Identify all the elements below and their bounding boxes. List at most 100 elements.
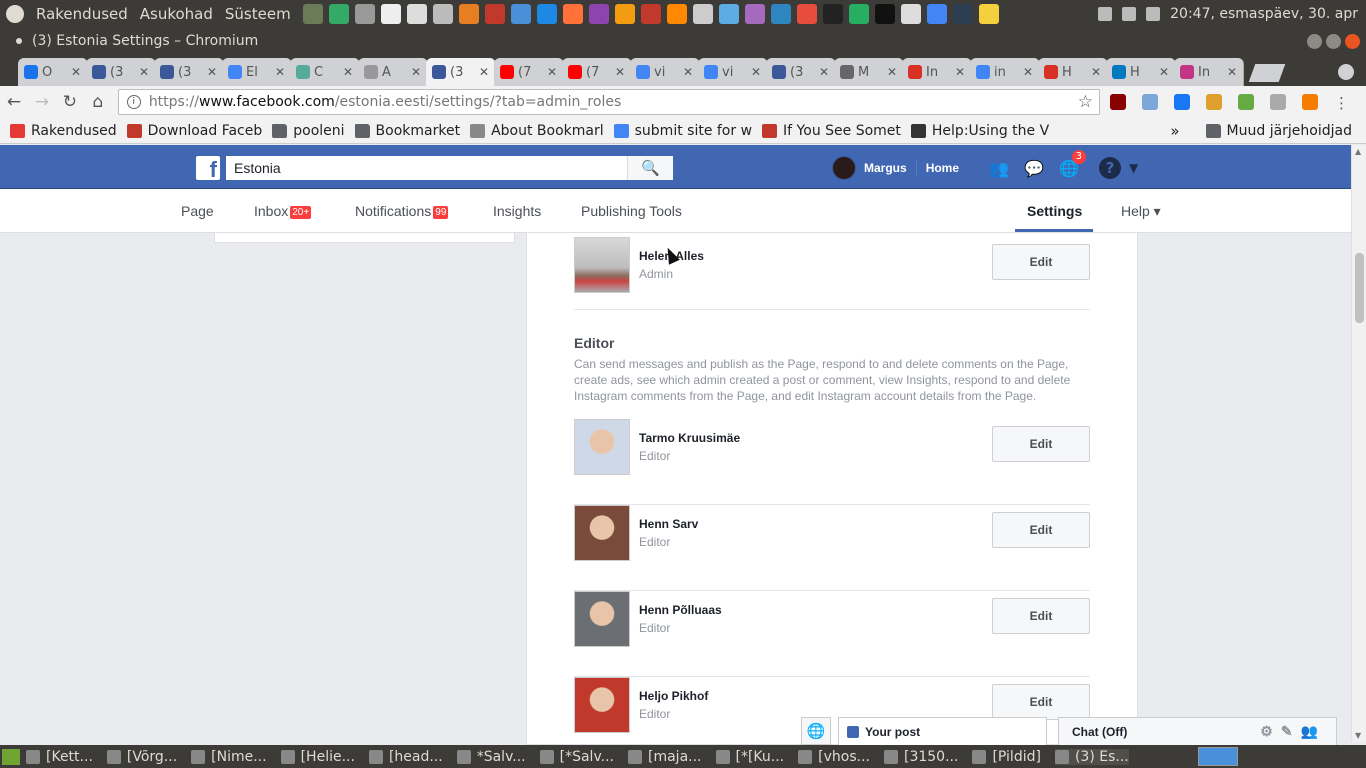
launcher-app-icon[interactable] [614, 4, 635, 24]
window-menu-icon[interactable] [16, 38, 22, 44]
browser-tab[interactable]: (3 ✕ [86, 58, 156, 86]
scroll-down-icon[interactable]: ▼ [1355, 731, 1361, 740]
extension-icon[interactable] [1174, 94, 1191, 110]
menu-system[interactable]: Süsteem [225, 5, 291, 23]
close-tab-icon[interactable]: ✕ [819, 65, 829, 79]
taskbar-window-button[interactable]: [*[Ku... [715, 749, 784, 765]
launcher-app-icon[interactable] [536, 4, 557, 24]
extension-icon[interactable] [1238, 94, 1255, 110]
browser-tab[interactable]: (7 ✕ [562, 58, 632, 86]
fb-search-input[interactable] [226, 156, 627, 180]
close-tab-icon[interactable]: ✕ [71, 65, 81, 79]
account-caret-icon[interactable]: ▼ [1129, 161, 1138, 175]
scrollbar-thumb[interactable] [1355, 253, 1364, 323]
edit-role-button[interactable]: Edit [992, 684, 1090, 720]
new-tab-button[interactable] [1248, 64, 1286, 82]
bookmark-item[interactable]: submit site for w [613, 123, 752, 139]
person-name[interactable]: Henn Põlluaas [639, 603, 722, 617]
close-tab-icon[interactable]: ✕ [411, 65, 421, 79]
close-tab-icon[interactable]: ✕ [343, 65, 353, 79]
menu-applications[interactable]: Rakendused [36, 5, 128, 23]
launcher-app-icon[interactable] [926, 4, 947, 24]
launcher-app-icon[interactable] [796, 4, 817, 24]
browser-tab[interactable]: In ✕ [1174, 58, 1244, 86]
ublock-icon[interactable] [1110, 94, 1127, 110]
messenger-icon[interactable]: 💬 [1023, 157, 1045, 179]
bookmark-other-folder[interactable]: Muud järjehoidjad [1205, 123, 1352, 139]
launcher-app-icon[interactable] [718, 4, 739, 24]
edit-role-button[interactable]: Edit [992, 512, 1090, 548]
launcher-app-icon[interactable] [406, 4, 427, 24]
launcher-app-icon[interactable] [588, 4, 609, 24]
browser-tab[interactable]: vi ✕ [630, 58, 700, 86]
close-tab-icon[interactable]: ✕ [1091, 65, 1101, 79]
person-name[interactable]: Heljo Pikhof [639, 689, 708, 703]
taskbar-window-button[interactable]: [Nime... [191, 749, 267, 765]
address-bar[interactable]: i https://www.facebook.com/estonia.eesti… [117, 89, 1101, 115]
bookmark-item[interactable]: Download Faceb [126, 123, 262, 139]
browser-tab[interactable]: O ✕ [18, 58, 88, 86]
edit-role-button[interactable]: Edit [992, 426, 1090, 462]
launcher-app-icon[interactable] [952, 4, 973, 24]
launcher-app-icon[interactable] [978, 4, 999, 24]
minimize-icon[interactable] [1307, 33, 1322, 49]
friend-requests-icon[interactable]: 👥 [988, 157, 1010, 179]
launcher-app-icon[interactable] [562, 4, 583, 24]
forward-icon[interactable]: → [28, 92, 56, 112]
bookmark-item[interactable]: About Bookmarl [470, 123, 604, 139]
taskbar-window-button[interactable]: [Kett... [26, 749, 93, 765]
chrome-menu-icon[interactable]: ⋮ [1334, 94, 1350, 112]
close-tab-icon[interactable]: ✕ [547, 65, 557, 79]
browser-tab[interactable]: vi ✕ [698, 58, 768, 86]
launcher-app-icon[interactable] [432, 4, 453, 24]
tab-page[interactable]: Page [181, 203, 214, 219]
close-tab-icon[interactable]: ✕ [479, 65, 489, 79]
close-tab-icon[interactable]: ✕ [139, 65, 149, 79]
site-info-icon[interactable]: i [126, 95, 141, 109]
launcher-app-icon[interactable] [770, 4, 791, 24]
close-tab-icon[interactable]: ✕ [683, 65, 693, 79]
tab-settings[interactable]: Settings [1027, 203, 1082, 219]
edit-role-button[interactable]: Edit [992, 598, 1090, 634]
taskbar-window-button[interactable]: [vhos... [798, 749, 870, 765]
launcher-app-icon[interactable] [302, 4, 323, 24]
clock[interactable]: 20:47, esmaspäev, 30. apr [1170, 6, 1358, 22]
home-link[interactable]: Home [926, 161, 959, 175]
extension-icon[interactable] [1206, 94, 1223, 110]
bookmark-item[interactable]: If You See Somet [762, 123, 901, 139]
bookmarks-overflow-button[interactable]: » [1170, 122, 1179, 140]
profile-link[interactable]: Margus [864, 161, 907, 175]
search-icon[interactable]: 🔍 [627, 156, 673, 180]
browser-tab[interactable]: A ✕ [358, 58, 428, 86]
close-tab-icon[interactable]: ✕ [1227, 65, 1237, 79]
chat-globe-icon[interactable]: 🌐 [801, 717, 831, 745]
bookmark-item[interactable]: Help:Using the V [910, 123, 1049, 139]
close-tab-icon[interactable]: ✕ [275, 65, 285, 79]
bookmark-item[interactable]: pooleni [272, 123, 345, 139]
taskbar-window-button[interactable]: *Salv... [456, 749, 526, 765]
extension-icon[interactable] [1270, 94, 1287, 110]
avatar[interactable] [832, 156, 856, 180]
close-tab-icon[interactable]: ✕ [955, 65, 965, 79]
browser-tab[interactable]: in ✕ [970, 58, 1040, 86]
launcher-app-icon[interactable] [666, 4, 687, 24]
bookmark-item[interactable]: Rakendused [10, 123, 117, 139]
launcher-app-icon[interactable] [458, 4, 479, 24]
bookmark-item[interactable]: Bookmarket [354, 123, 460, 139]
person-name[interactable]: Tarmo Kruusimäe [639, 431, 740, 445]
launcher-app-icon[interactable] [354, 4, 375, 24]
close-window-icon[interactable] [1345, 33, 1360, 49]
browser-tab[interactable]: H ✕ [1106, 58, 1176, 86]
browser-tab[interactable]: H ✕ [1038, 58, 1108, 86]
notifications-globe-icon[interactable]: 🌐 3 [1058, 150, 1086, 179]
taskbar-window-button[interactable]: [3150... [883, 749, 958, 765]
close-tab-icon[interactable]: ✕ [751, 65, 761, 79]
taskbar-window-button[interactable]: [head... [368, 749, 443, 765]
launcher-app-icon[interactable] [900, 4, 921, 24]
facebook-logo-icon[interactable]: f [196, 156, 220, 182]
browser-tab[interactable]: In ✕ [902, 58, 972, 86]
person-name[interactable]: Henn Sarv [639, 517, 698, 531]
scroll-up-icon[interactable]: ▲ [1355, 147, 1361, 156]
close-tab-icon[interactable]: ✕ [887, 65, 897, 79]
launcher-app-icon[interactable] [510, 4, 531, 24]
